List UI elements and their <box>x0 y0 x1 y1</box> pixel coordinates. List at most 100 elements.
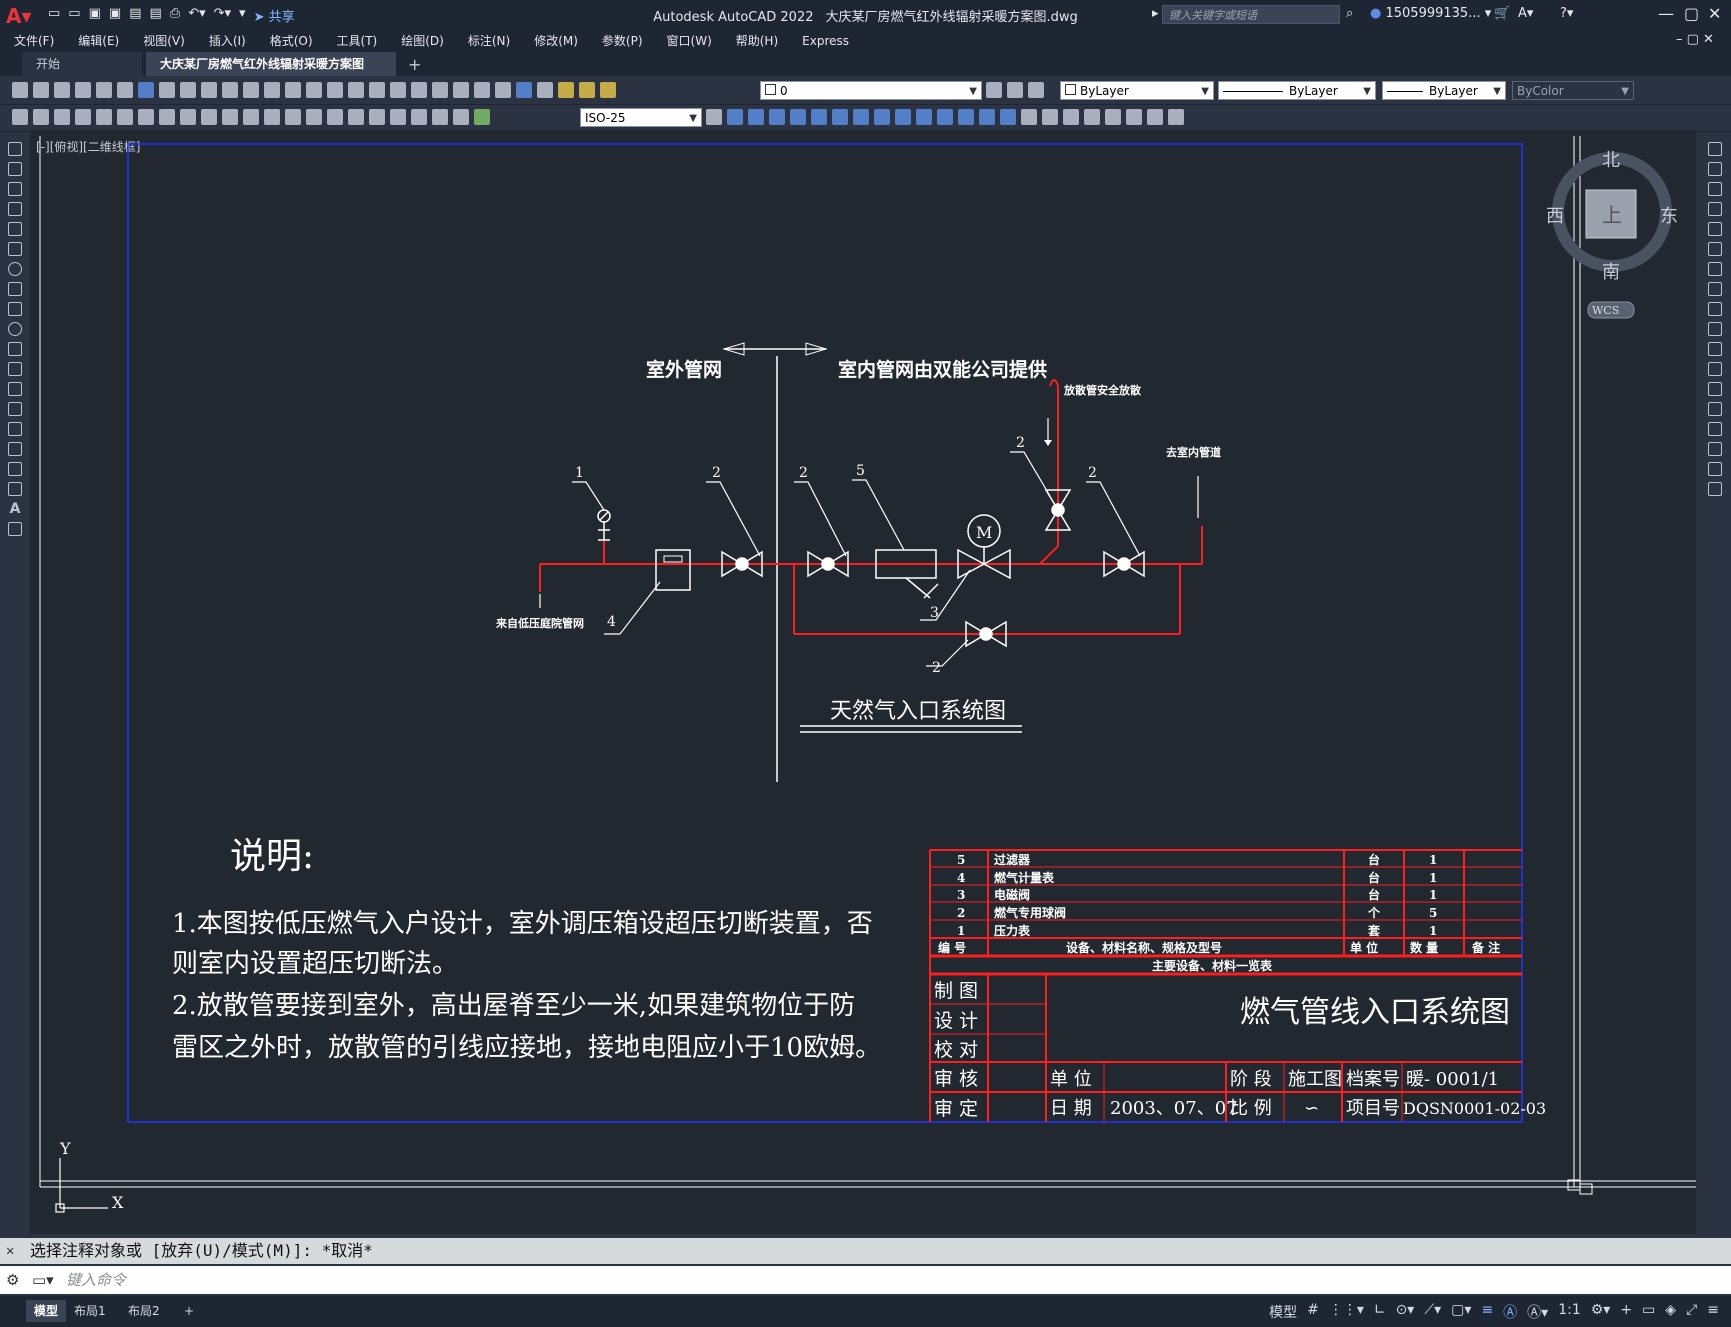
stage-value: 施工图 <box>1288 1069 1342 1090</box>
eq-row1-unit: 台 <box>1368 852 1380 867</box>
role-review: 审 核 <box>934 1068 978 1090</box>
pressure-gauge-icon <box>597 509 611 541</box>
callout-2d: 2 <box>1088 465 1097 481</box>
indoor-label: 室内管网由双能公司提供 <box>838 358 1047 381</box>
units-icon[interactable]: ▭ <box>1642 1302 1655 1322</box>
tab-layout2[interactable]: 布局2 <box>120 1300 168 1322</box>
viewcube-top-label: 上 <box>1602 203 1622 227</box>
object-snap-icon[interactable]: ▢▾ <box>1451 1302 1471 1322</box>
eq-row5-unit: 套 <box>1367 923 1381 938</box>
eq-header-qty: 数 量 <box>1410 940 1438 955</box>
eq-row3-no: 3 <box>957 888 965 902</box>
annotation-scale-icon[interactable]: Ⓐ▾ <box>1527 1302 1548 1322</box>
snap-icon[interactable]: ⋮⋮▾ <box>1329 1302 1364 1322</box>
command-prompt: 键入命令 <box>66 1271 127 1289</box>
workspace-icon[interactable]: ⚙▾ <box>1591 1302 1611 1322</box>
note-line-4: 雷区之外时，放散管的引线应接地，接地电阻应小于10欧姆。 <box>172 1033 881 1063</box>
role-approve: 审 定 <box>934 1098 978 1120</box>
status-bar: 模型 布局1 布局2 + 模型 # ⋮⋮▾ ∟ ⊙▾ ⟋▾ ▢▾ ≡ Ⓐ Ⓐ▾ … <box>0 1296 1731 1327</box>
paper-corner-marker-2 <box>1579 1183 1593 1195</box>
callout-3: 3 <box>930 605 939 621</box>
compass-north[interactable]: 北 <box>1602 150 1620 171</box>
eq-row3-unit: 台 <box>1368 887 1380 902</box>
lineweight-icon[interactable]: ≡ <box>1481 1302 1493 1322</box>
scale-value: ∽ <box>1304 1098 1319 1119</box>
compass-west[interactable]: 西 <box>1546 206 1564 227</box>
polar-icon[interactable]: ⊙▾ <box>1396 1302 1415 1322</box>
callout-2b: 2 <box>799 465 808 481</box>
command-customize-icon[interactable]: ⚙ <box>6 1266 19 1294</box>
eq-header-no: 编 号 <box>937 940 966 955</box>
eq-row4-qty: 5 <box>1429 906 1437 920</box>
eq-row1-name: 过滤器 <box>994 852 1031 867</box>
leader-lines <box>539 418 1199 667</box>
filter-icon <box>875 549 939 599</box>
date-label: 日 期 <box>1050 1098 1092 1119</box>
annotation-monitor-icon[interactable]: + <box>1620 1302 1632 1322</box>
eq-row1-qty: 1 <box>1429 853 1437 867</box>
scale-label: 比 例 <box>1230 1098 1272 1119</box>
tab-layout1[interactable]: 布局1 <box>66 1300 114 1322</box>
fullscreen-icon[interactable]: ⤢ <box>1686 1302 1697 1322</box>
title-block-fields: 单 位 阶 段 施工图 档案号 暖- 0001/1 日 期 2003、07、07… <box>1050 1069 1546 1119</box>
eq-row5-no: 1 <box>957 924 965 938</box>
command-input[interactable]: ⚙ ▭▾ 键入命令 <box>0 1266 1731 1294</box>
command-recent-icon[interactable]: ▭▾ <box>32 1266 54 1294</box>
callout-2c: 2 <box>1016 435 1025 451</box>
viewcube[interactable]: 上 北 南 西 东 WCS <box>1546 150 1678 319</box>
callout-4: 4 <box>607 614 616 630</box>
customize-status-icon[interactable]: ≡ <box>1707 1302 1719 1322</box>
outdoor-label: 室外管网 <box>646 358 722 381</box>
annotation-scale-value[interactable]: 1:1 <box>1558 1302 1581 1322</box>
eq-row2-qty: 1 <box>1429 871 1437 885</box>
osnap-tracking-icon[interactable]: ⟋▾ <box>1424 1302 1441 1322</box>
compass-south[interactable]: 南 <box>1602 262 1620 283</box>
gas-meter-display <box>663 555 683 563</box>
add-layout-icon[interactable]: + <box>176 1300 202 1322</box>
date-value: 2003、07、07 <box>1110 1098 1238 1119</box>
arrowhead-vent-icon <box>1044 440 1052 446</box>
project-label: 项目号 <box>1346 1098 1400 1119</box>
callout-1: 1 <box>575 465 584 481</box>
ucs-y-label: Y <box>59 1139 71 1158</box>
eq-row2-no: 4 <box>957 871 965 885</box>
note-line-2: 则室内设置超压切断法。 <box>172 949 458 979</box>
callout-2a: 2 <box>712 465 721 481</box>
ucs-x-label: X <box>112 1193 124 1212</box>
title-block-title: 燃气管线入口系统图 <box>1240 995 1510 1030</box>
eq-row3-qty: 1 <box>1429 888 1437 902</box>
eq-header-remark: 备 注 <box>1471 940 1500 955</box>
eq-row5-qty: 1 <box>1429 924 1437 938</box>
command-close-icon[interactable]: ✕ <box>6 1238 14 1264</box>
unit-label: 单 位 <box>1050 1069 1092 1090</box>
command-history: ✕ 选择注释对象或 [放弃(U)/模式(M)]: *取消* <box>0 1238 1731 1264</box>
isolate-icon[interactable]: ◈ <box>1665 1302 1676 1322</box>
eq-row1-no: 5 <box>957 853 965 867</box>
eq-row4-unit: 个 <box>1367 905 1381 920</box>
callout-5: 5 <box>856 463 865 479</box>
callout-2e: 2 <box>932 660 941 676</box>
eq-row2-name: 燃气计量表 <box>994 870 1055 885</box>
eq-row2-unit: 台 <box>1368 870 1380 885</box>
system-diagram-title: 天然气入口系统图 <box>830 699 1006 724</box>
to-indoor-label: 去室内管道 <box>1166 445 1221 459</box>
compass-east[interactable]: 东 <box>1660 206 1678 227</box>
callout-numbers: 1 2 2 5 2 2 4 3 2 <box>575 435 1097 676</box>
eq-row3-name: 电磁阀 <box>994 887 1030 902</box>
archive-value: 暖- 0001/1 <box>1406 1069 1499 1090</box>
drawing-svg: 室外管网 室内管网由双能公司提供 M 1 2 2 5 2 2 4 3 2 放散管… <box>39 136 1696 1213</box>
wcs-label: WCS <box>1592 304 1619 317</box>
notes-title: 说明: <box>230 836 314 877</box>
tab-model[interactable]: 模型 <box>26 1300 67 1322</box>
eq-row4-no: 2 <box>957 906 965 920</box>
eq-row4-name: 燃气专用球阀 <box>994 905 1066 920</box>
note-line-3: 2.放散管要接到室外，高出屋脊至少一米,如果建筑物位于防 <box>172 991 855 1021</box>
eq-row5-name: 压力表 <box>994 923 1031 938</box>
title-block-roles: 制 图 设 计 校 对 审 核 审 定 <box>934 980 978 1120</box>
role-design: 设 计 <box>934 1010 978 1032</box>
model-space-button[interactable]: 模型 <box>1269 1302 1297 1322</box>
grid-icon[interactable]: # <box>1307 1302 1319 1322</box>
ortho-icon[interactable]: ∟ <box>1374 1302 1386 1322</box>
annotation-visibility-icon[interactable]: Ⓐ <box>1503 1302 1517 1322</box>
eq-caption: 主要设备、材料一览表 <box>1152 958 1273 973</box>
